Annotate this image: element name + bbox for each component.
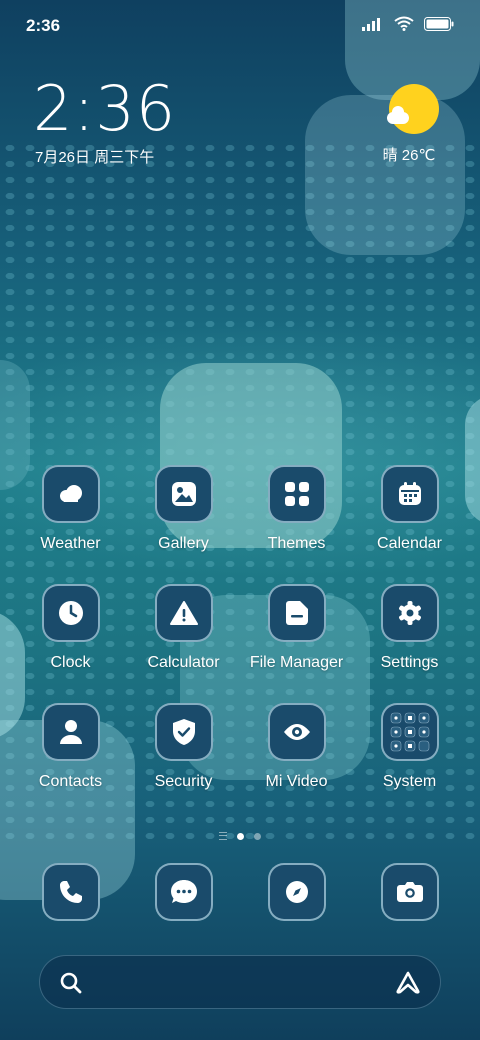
gallery-icon[interactable] <box>154 465 213 523</box>
app-label: Mi Video <box>265 773 328 790</box>
app-label: Calculator <box>147 654 220 671</box>
app-gallery[interactable]: Gallery <box>127 465 240 553</box>
app-clock[interactable]: Clock <box>14 584 127 672</box>
app-label: Security <box>154 773 213 790</box>
sun-icon <box>387 84 439 134</box>
page-dot <box>254 832 261 840</box>
app-label: Calendar <box>377 535 442 552</box>
app-weather[interactable]: Weather <box>14 465 127 553</box>
assistant-icon[interactable] <box>394 971 422 995</box>
file-manager-icon[interactable] <box>267 584 326 642</box>
app-contacts[interactable]: Contacts <box>14 703 127 791</box>
app-calendar[interactable]: Calendar <box>353 465 466 553</box>
app-security[interactable]: Security <box>127 703 240 791</box>
app-label: Contacts <box>38 773 103 790</box>
weather-widget-text: 晴 26℃ <box>382 147 436 164</box>
app-label: Settings <box>380 654 439 671</box>
app-mi-video[interactable]: Mi Video <box>240 703 353 791</box>
app-grid: Weather Gallery Themes Calendar Clock Ca… <box>14 465 466 791</box>
dock <box>14 863 466 921</box>
contacts-icon[interactable] <box>41 703 100 761</box>
wifi-icon <box>394 16 414 31</box>
page-indicator[interactable] <box>0 830 480 842</box>
settings-icon[interactable] <box>380 584 439 642</box>
battery-icon <box>424 16 454 31</box>
app-label: File Manager <box>249 654 344 671</box>
app-label: Themes <box>267 535 326 552</box>
themes-icon[interactable] <box>267 465 326 523</box>
app-label: System <box>382 773 437 790</box>
app-label: Gallery <box>158 535 209 552</box>
camera-icon[interactable] <box>380 863 439 921</box>
app-settings[interactable]: Settings <box>353 584 466 672</box>
weather-widget[interactable]: 晴 26℃ <box>383 84 444 168</box>
browser-icon[interactable] <box>267 863 326 921</box>
app-calculator[interactable]: Calculator <box>127 584 240 672</box>
app-file-manager[interactable]: File Manager <box>240 584 353 672</box>
phone-icon[interactable] <box>41 863 100 921</box>
clock-widget-date: 7月26日 周三下午 <box>35 149 155 166</box>
messages-icon[interactable] <box>154 863 213 921</box>
page-indicator-menu-icon <box>219 832 227 840</box>
security-icon[interactable] <box>154 703 213 761</box>
weather-icon[interactable] <box>41 465 100 523</box>
calculator-icon[interactable] <box>154 584 213 642</box>
system-folder-icon[interactable] <box>380 703 439 761</box>
clock-icon[interactable] <box>41 584 100 642</box>
status-bar: 2:36 <box>0 0 480 50</box>
signal-icon <box>362 17 380 31</box>
app-themes[interactable]: Themes <box>240 465 353 553</box>
search-icon <box>60 972 82 994</box>
app-label: Clock <box>50 654 91 671</box>
app-system-folder[interactable]: System <box>353 703 466 791</box>
status-time: 2:36 <box>26 16 61 35</box>
app-label: Weather <box>40 535 101 552</box>
search-bar[interactable] <box>39 955 441 1009</box>
calendar-icon[interactable] <box>380 465 439 523</box>
page-dot-active <box>237 832 244 840</box>
mi-video-icon[interactable] <box>267 703 326 761</box>
clock-widget-time[interactable]: 2:36 <box>33 78 176 140</box>
